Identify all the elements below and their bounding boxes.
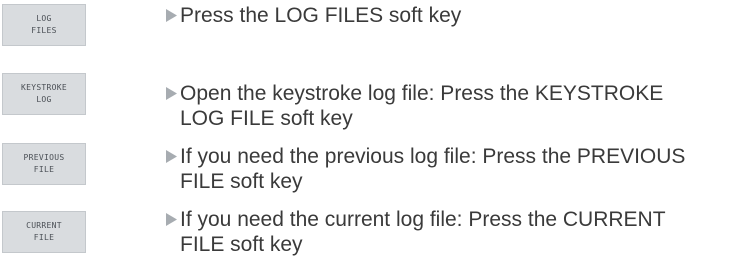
triangle-right-icon <box>166 207 180 232</box>
triangle-right-icon <box>166 3 180 28</box>
softkey-label-line1: PREVIOUS <box>23 153 65 162</box>
softkey-keystroke-log[interactable]: KEYSTROKE LOG <box>2 73 86 115</box>
softkey-label-line1: LOG <box>36 14 52 23</box>
instruction-step: If you need the current log file: Press … <box>166 207 741 257</box>
softkey-log-files[interactable]: LOG FILES <box>2 4 86 46</box>
instruction-text: Open the keystroke log file: Press the K… <box>180 82 664 130</box>
instruction-step: Press the LOG FILES soft key <box>166 3 741 28</box>
triangle-right-icon <box>166 81 180 106</box>
triangle-right-icon <box>166 144 180 169</box>
softkey-label-line2: FILE <box>33 233 55 242</box>
softkey-label-line2: FILE <box>33 165 55 174</box>
softkey-current-file[interactable]: CURRENT FILE <box>2 211 86 253</box>
instruction-text: Press the LOG FILES soft key <box>180 4 462 27</box>
softkey-previous-file[interactable]: PREVIOUS FILE <box>2 143 86 185</box>
softkey-label-line2: FILES <box>31 26 57 35</box>
instruction-text: If you need the current log file: Press … <box>180 208 666 256</box>
instruction-text: If you need the previous log file: Press… <box>180 145 686 193</box>
softkey-label-line2: LOG <box>36 95 52 104</box>
instruction-step: If you need the previous log file: Press… <box>166 144 741 194</box>
softkey-label-line1: CURRENT <box>26 221 62 230</box>
instruction-step: Open the keystroke log file: Press the K… <box>166 81 741 131</box>
softkey-label-line1: KEYSTROKE <box>20 83 68 92</box>
